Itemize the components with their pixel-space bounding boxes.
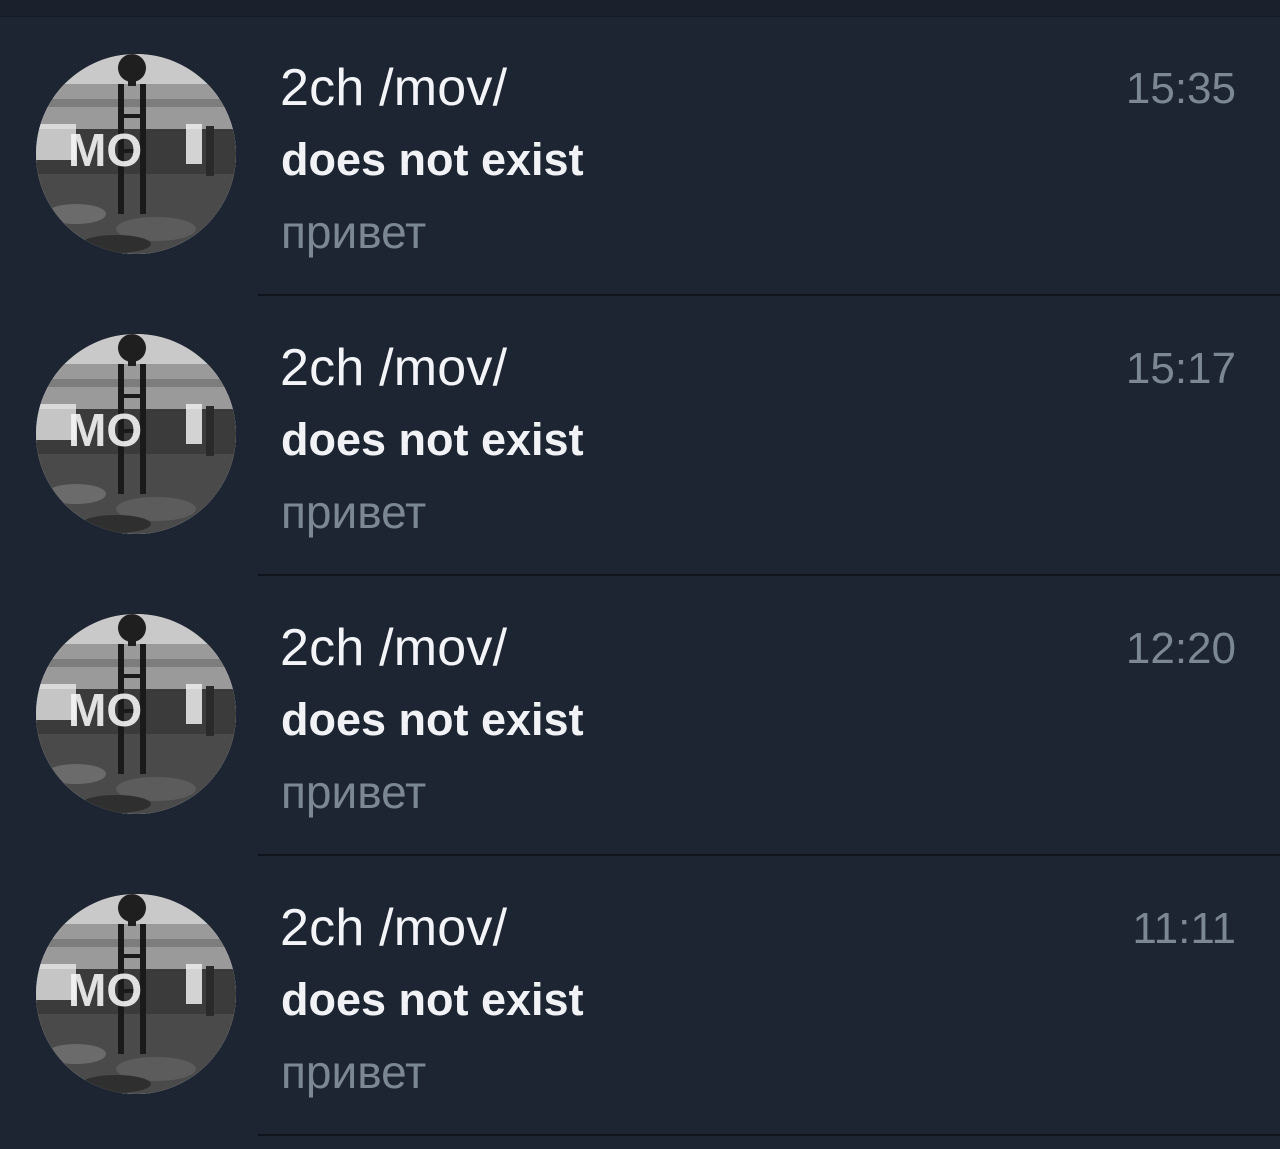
chat-row[interactable]: MO 2ch /mov/ does not exist привет 15:35 — [0, 16, 1280, 296]
svg-text:MO: MO — [68, 124, 142, 176]
chat-sender: does not exist — [281, 414, 584, 465]
avatar-image: MO — [36, 614, 236, 814]
avatar[interactable]: MO — [36, 54, 236, 254]
chat-preview: привет — [281, 766, 427, 818]
svg-text:MO: MO — [68, 684, 142, 736]
avatar[interactable]: MO — [36, 614, 236, 814]
divider — [258, 1134, 1280, 1136]
chat-list: MO 2ch /mov/ does not exist привет 15:35 — [0, 16, 1280, 1136]
top-bar — [0, 0, 1280, 17]
avatar-image: MO — [36, 54, 236, 254]
chat-sender: does not exist — [281, 694, 584, 745]
chat-row[interactable]: MO 2ch /mov/ does not exist привет 11:11 — [0, 856, 1280, 1136]
avatar[interactable]: MO — [36, 894, 236, 1094]
chat-preview: привет — [281, 486, 427, 538]
avatar[interactable]: MO — [36, 334, 236, 534]
chat-title: 2ch /mov/ — [280, 899, 508, 957]
svg-text:MO: MO — [68, 404, 142, 456]
chat-row[interactable]: MO 2ch /mov/ does not exist привет 15:17 — [0, 296, 1280, 576]
chat-time: 15:17 — [1125, 344, 1236, 393]
chat-sender: does not exist — [281, 974, 584, 1025]
chat-title: 2ch /mov/ — [280, 619, 508, 677]
chat-preview: привет — [281, 1046, 427, 1098]
chat-preview: привет — [281, 206, 427, 258]
avatar-image: MO — [36, 894, 236, 1094]
svg-text:MO: MO — [68, 964, 142, 1016]
chat-title: 2ch /mov/ — [280, 59, 508, 117]
avatar-image: MO — [36, 334, 236, 534]
chat-title: 2ch /mov/ — [280, 339, 508, 397]
chat-time: 12:20 — [1125, 624, 1236, 673]
chat-time: 11:11 — [1132, 904, 1236, 953]
chat-row[interactable]: MO 2ch /mov/ does not exist привет 12:20 — [0, 576, 1280, 856]
chat-sender: does not exist — [281, 134, 584, 185]
chat-time: 15:35 — [1125, 64, 1236, 113]
